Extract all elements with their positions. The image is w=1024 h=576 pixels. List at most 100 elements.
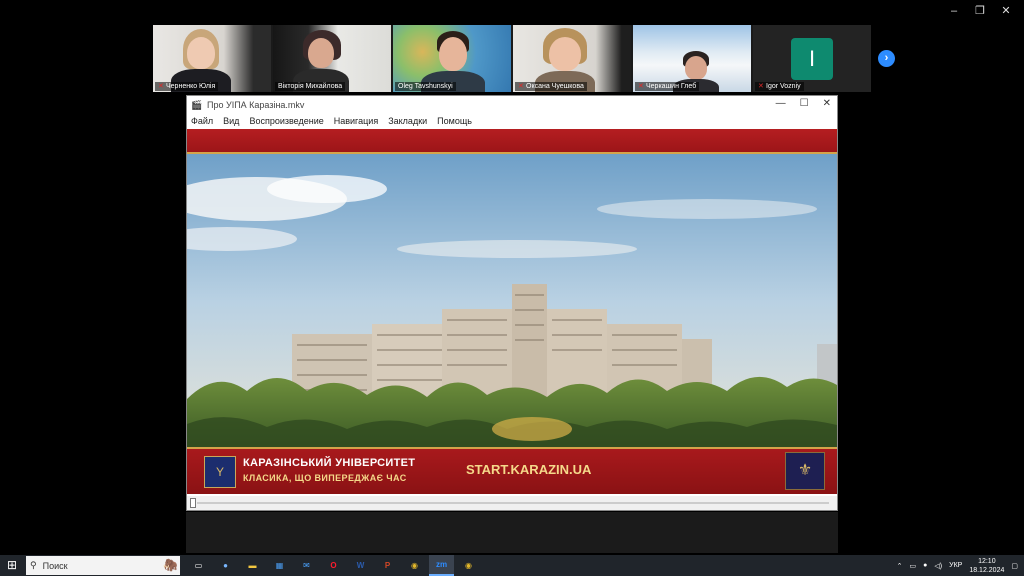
windows-start-icon[interactable]: ⊞ (0, 555, 24, 576)
taskbar-search[interactable]: ⚲ Поиск 🦣 (26, 556, 180, 575)
close-button[interactable]: ✕ (994, 3, 1018, 19)
participant-nameplate: Oleg Tavshunskyi (395, 82, 456, 91)
player-close-button[interactable]: ✕ (823, 98, 831, 109)
search-placeholder: Поиск (42, 560, 68, 571)
participant-nameplate: ✕ Оксана Чуешкова (515, 82, 587, 91)
seek-track[interactable] (197, 502, 829, 504)
person-face (187, 37, 215, 69)
player-window-controls: — ☐ ✕ (776, 98, 831, 109)
participant-name: Igor Vozniy (766, 83, 801, 90)
chrome-icon: ◉ (411, 561, 418, 570)
microphone-icon[interactable]: ● (923, 562, 927, 569)
taskbar-app-task-view[interactable]: ▭ (186, 555, 211, 576)
search-highlight-icon: 🦣 (163, 558, 178, 572)
university-crest-icon: ⚜ (785, 452, 825, 490)
volume-icon[interactable]: ◁) (934, 562, 942, 570)
menu-help[interactable]: Помощь (437, 116, 472, 126)
mic-muted-icon: ✕ (638, 82, 644, 90)
taskbar-apps: ▭ ● ▬ ▦ ✉ O W P ◉ zm ◉ (186, 555, 481, 576)
avatar: I (791, 38, 833, 80)
participant-tile-4[interactable]: ✕ Черкашин Глеб (633, 25, 751, 92)
seek-bar[interactable] (187, 496, 837, 510)
participant-name: Черкашин Глеб (646, 83, 697, 90)
participant-nameplate: ✕ Черненко Юлія (155, 82, 219, 91)
zoom-window-controls: – ❐ ✕ (942, 3, 1018, 19)
participant-tile-1[interactable]: Вікторія Михайлова (273, 25, 391, 92)
input-language[interactable]: УКР (949, 562, 962, 569)
participant-tile-5[interactable]: I ✕ Igor Vozniy (753, 25, 871, 92)
opera-icon: O (330, 561, 337, 570)
university-logo-icon: Y (204, 456, 236, 488)
taskbar-app-opera[interactable]: O (321, 555, 346, 576)
participant-tile-0[interactable]: ✕ Черненко Юлія (153, 25, 271, 92)
network-icon[interactable]: ▭ (910, 562, 917, 570)
person-face (308, 38, 334, 68)
task-view-icon: ▭ (194, 561, 203, 570)
participant-strip: ✕ Черненко Юлія Вікторія Михайлова Oleg … (153, 25, 871, 92)
player-title: Про УІПА Каразіна.mkv (207, 100, 305, 110)
store-icon: ▦ (275, 561, 284, 570)
mic-muted-icon: ✕ (518, 82, 524, 90)
restore-button[interactable]: ❐ (968, 3, 992, 19)
university-website: START.KARAZIN.UA (466, 462, 592, 477)
search-icon: ⚲ (30, 560, 37, 570)
taskbar-app-mail[interactable]: ✉ (294, 555, 319, 576)
menu-playback[interactable]: Воспроизведение (249, 116, 323, 126)
file-explorer-icon: ▬ (248, 561, 257, 570)
notifications-icon[interactable]: ▢ (1011, 562, 1018, 570)
participant-name: Oleg Tavshunskyi (398, 83, 453, 90)
minimize-button[interactable]: – (942, 3, 966, 19)
taskbar-app-powerpoint[interactable]: P (375, 555, 400, 576)
menu-file[interactable]: Файл (191, 116, 213, 126)
taskbar-app-store[interactable]: ▦ (267, 555, 292, 576)
participant-name: Вікторія Михайлова (278, 83, 343, 90)
system-tray: ⌃ ▭ ● ◁) УКР 12:10 18.12.2024 ▢ (897, 555, 1024, 576)
taskbar-app-file-explorer[interactable]: ▬ (240, 555, 265, 576)
player-menubar: Файл Вид Воспроизведение Навигация Закла… (187, 114, 837, 128)
clock-date: 18.12.2024 (969, 566, 1005, 574)
participant-nameplate: Вікторія Михайлова (275, 82, 346, 91)
player-minimize-button[interactable]: — (776, 98, 786, 109)
menu-bookmarks[interactable]: Закладки (388, 116, 427, 126)
menu-navigation[interactable]: Навигация (334, 116, 378, 126)
mic-muted-icon: ✕ (158, 82, 164, 90)
taskbar-clock[interactable]: 12:10 18.12.2024 (969, 557, 1004, 575)
taskbar-app-chrome-2[interactable]: ◉ (456, 555, 481, 576)
chrome-2-icon: ◉ (465, 561, 472, 570)
person-face (549, 37, 581, 71)
taskbar-app-chrome[interactable]: ◉ (402, 555, 427, 576)
share-area-background (186, 512, 838, 553)
media-player-icon: 🎬 (191, 100, 203, 110)
participant-name: Оксана Чуешкова (526, 83, 584, 90)
powerpoint-icon: P (384, 561, 391, 570)
windows-taskbar: ⊞ ⚲ Поиск 🦣 ▭ ● ▬ ▦ ✉ O W P ◉ zm ◉ ⌃ ▭ ● ◁) УКР 12… (0, 555, 1024, 576)
taskbar-app-word[interactable]: W (348, 555, 373, 576)
mail-icon: ✉ (303, 561, 310, 570)
participant-nameplate: ✕ Igor Vozniy (755, 82, 804, 91)
zoom-icon: zm (435, 560, 448, 569)
seek-thumb[interactable] (190, 498, 196, 508)
taskbar-app-copilot[interactable]: ● (213, 555, 238, 576)
participant-tile-2[interactable]: Oleg Tavshunskyi (393, 25, 511, 92)
university-name: КАРАЗІНСЬКИЙ УНІВЕРСИТЕТ (243, 457, 416, 469)
video-top-accent-line (187, 152, 837, 154)
person-face (439, 37, 467, 71)
word-icon: W (356, 561, 365, 570)
person-face (685, 56, 707, 80)
participant-nameplate: ✕ Черкашин Глеб (635, 82, 700, 91)
player-titlebar: 🎬 Про УІПА Каразіна.mkv (187, 96, 837, 114)
clock-time: 12:10 (978, 557, 996, 565)
taskbar-app-zoom[interactable]: zm (429, 555, 454, 576)
mic-muted-icon: ✕ (758, 82, 764, 90)
participant-name: Черненко Юлія (166, 83, 216, 90)
video-top-banner (187, 129, 837, 152)
participant-tile-3[interactable]: ✕ Оксана Чуешкова (513, 25, 631, 92)
player-maximize-button[interactable]: ☐ (800, 98, 809, 109)
next-participants-button[interactable]: › (878, 50, 895, 67)
screen: – ❐ ✕ ✕ Черненко Юлія Вікторія Михайлова (0, 0, 1024, 576)
menu-view[interactable]: Вид (223, 116, 239, 126)
copilot-icon: ● (223, 561, 228, 570)
university-scene (187, 154, 837, 449)
chevron-up-icon[interactable]: ⌃ (897, 562, 903, 570)
video-frame[interactable]: Y КАРАЗІНСЬКИЙ УНІВЕРСИТЕТ КЛАСИКА, ЩО В… (187, 129, 837, 494)
